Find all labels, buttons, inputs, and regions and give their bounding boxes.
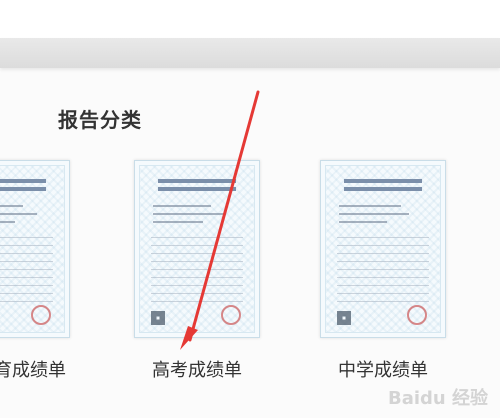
top-strip [0,0,500,38]
report-label-middle-school[interactable]: 中学成绩单 [338,356,428,382]
card-line [339,213,409,215]
report-category-page: 报告分类 育成绩单 高考成绩单 中学成绩单 Baidu 经验 [0,0,500,418]
stamp-icon [407,305,427,325]
report-label-gaokao[interactable]: 高考成绩单 [152,356,242,382]
card-line [0,205,23,207]
card-heading-decoration [0,179,46,183]
card-line [153,205,211,207]
section-title: 报告分类 [58,108,142,132]
report-card-education[interactable] [0,160,70,338]
card-heading-decoration [344,179,422,183]
card-line [339,221,387,223]
card-line [339,205,401,207]
watermark: Baidu 经验 [387,388,488,409]
qr-code-icon [337,311,351,325]
card-heading-decoration [158,179,236,183]
top-bar [0,38,500,68]
report-card-middle-school[interactable] [320,160,446,338]
stamp-icon [31,305,51,325]
card-table [337,237,429,305]
card-line [153,213,225,215]
card-line [0,221,15,223]
card-line [0,213,37,215]
report-card-gaokao[interactable] [134,160,260,338]
card-line [153,221,203,223]
card-table [151,237,243,305]
qr-code-icon [151,311,165,325]
card-table [0,237,53,305]
report-label-education[interactable]: 育成绩单 [0,356,66,382]
stamp-icon [221,305,241,325]
